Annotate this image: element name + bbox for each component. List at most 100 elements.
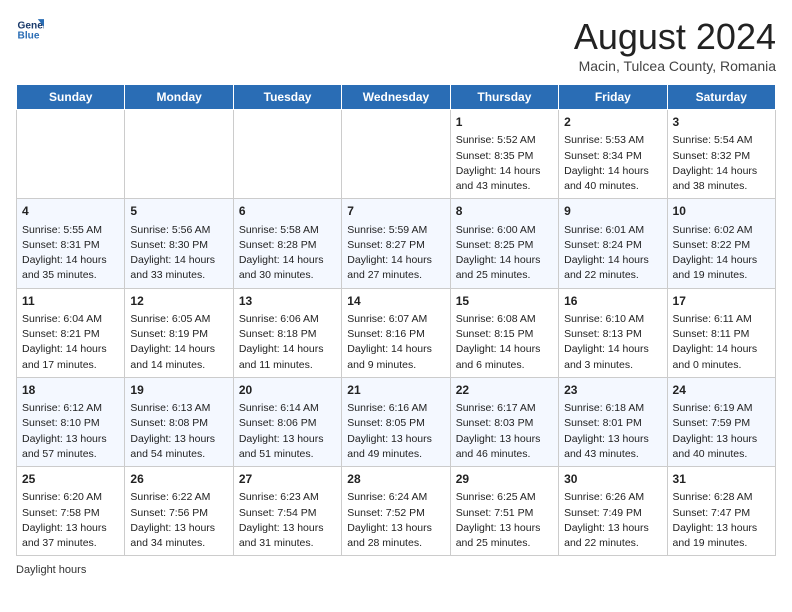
day-content-line: Sunset: 8:05 PM — [347, 416, 444, 431]
day-content-line: Daylight: 13 hours and 28 minutes. — [347, 521, 444, 551]
day-number: 7 — [347, 203, 444, 220]
day-content-line: Sunset: 8:03 PM — [456, 416, 553, 431]
calendar-cell: 23Sunrise: 6:18 AMSunset: 8:01 PMDayligh… — [559, 377, 667, 466]
calendar-footer: Daylight hours — [16, 564, 776, 576]
day-number: 24 — [673, 382, 770, 399]
day-number: 5 — [130, 203, 227, 220]
calendar-cell: 29 Sunrise: 6:25 AMSunset: 7:51 PMDayligh… — [450, 467, 558, 556]
day-header-tuesday: Tuesday — [233, 85, 341, 110]
day-content-line: Sunrise: 6:07 AM — [347, 312, 444, 327]
day-content-line: Sunset: 7:59 PM — [673, 416, 770, 431]
calendar-cell: 3Sunrise: 5:54 AMSunset: 8:32 PMDaylight… — [667, 110, 775, 199]
day-content-line: Sunrise: 5:59 AM — [347, 223, 444, 238]
logo: General Blue — [16, 16, 46, 44]
day-content-line: Sunset: 8:01 PM — [564, 416, 661, 431]
day-content-line: Daylight: 13 hours and 34 minutes. — [130, 521, 227, 551]
calendar-cell: 26Sunrise: 6:22 AMSunset: 7:56 PMDayligh… — [125, 467, 233, 556]
day-number: 28 — [347, 471, 444, 488]
day-content-line: Sunrise: 6:16 AM — [347, 401, 444, 416]
calendar-cell: 14Sunrise: 6:07 AMSunset: 8:16 PMDayligh… — [342, 288, 450, 377]
day-content-line: Sunrise: 5:56 AM — [130, 223, 227, 238]
day-content-line: Daylight: 14 hours and 33 minutes. — [130, 253, 227, 283]
day-content-line: Daylight: 13 hours and 46 minutes. — [456, 432, 553, 462]
day-content-line: Sunrise: 6:23 AM — [239, 490, 336, 505]
title-block: August 2024 Macin, Tulcea County, Romani… — [574, 16, 776, 74]
day-content-line: Sunrise: 6:22 AM — [130, 490, 227, 505]
day-number: 2 — [564, 114, 661, 131]
calendar-cell — [17, 110, 125, 199]
day-number: 1 — [456, 114, 553, 131]
day-number: 17 — [673, 293, 770, 310]
day-content-line: Sunset: 7:49 PM — [564, 506, 661, 521]
day-content-line: Sunrise: 6:04 AM — [22, 312, 119, 327]
calendar-cell: 21Sunrise: 6:16 AMSunset: 8:05 PMDayligh… — [342, 377, 450, 466]
day-content-line: Sunrise: 6:02 AM — [673, 223, 770, 238]
calendar-cell: 25Sunrise: 6:20 AMSunset: 7:58 PMDayligh… — [17, 467, 125, 556]
day-content-line: Sunrise: 6:28 AM — [673, 490, 770, 505]
calendar-cell: 11Sunrise: 6:04 AMSunset: 8:21 PMDayligh… — [17, 288, 125, 377]
calendar-cell: 18Sunrise: 6:12 AMSunset: 8:10 PMDayligh… — [17, 377, 125, 466]
day-number: 13 — [239, 293, 336, 310]
day-content-line: Sunrise: 6:26 AM — [564, 490, 661, 505]
logo-icon: General Blue — [16, 16, 44, 44]
day-content-line: Sunrise: 6:12 AM — [22, 401, 119, 416]
day-content-line: Daylight: 13 hours and 25 minutes. — [456, 521, 553, 551]
location-subtitle: Macin, Tulcea County, Romania — [574, 58, 776, 74]
page-header: General Blue August 2024 Macin, Tulcea C… — [16, 16, 776, 74]
day-content-line: Daylight: 14 hours and 11 minutes. — [239, 342, 336, 372]
day-content-line: Sunset: 7:51 PM — [456, 506, 553, 521]
day-content-line: Sunset: 8:11 PM — [673, 327, 770, 342]
calendar-cell: 30Sunrise: 6:26 AMSunset: 7:49 PMDayligh… — [559, 467, 667, 556]
day-content-line: Sunset: 8:27 PM — [347, 238, 444, 253]
day-content-line: Sunset: 8:31 PM — [22, 238, 119, 253]
day-number: 16 — [564, 293, 661, 310]
day-number: 14 — [347, 293, 444, 310]
day-number: 8 — [456, 203, 553, 220]
day-header-monday: Monday — [125, 85, 233, 110]
day-number: 18 — [22, 382, 119, 399]
calendar-cell: 24Sunrise: 6:19 AMSunset: 7:59 PMDayligh… — [667, 377, 775, 466]
day-content-line: Sunset: 8:21 PM — [22, 327, 119, 342]
day-content-line: Sunset: 8:28 PM — [239, 238, 336, 253]
day-number: 31 — [673, 471, 770, 488]
day-content-line: Sunrise: 6:20 AM — [22, 490, 119, 505]
calendar-cell: 7Sunrise: 5:59 AMSunset: 8:27 PMDaylight… — [342, 199, 450, 288]
day-content-line: Sunset: 8:32 PM — [673, 149, 770, 164]
calendar-cell: 6Sunrise: 5:58 AMSunset: 8:28 PMDaylight… — [233, 199, 341, 288]
day-header-wednesday: Wednesday — [342, 85, 450, 110]
day-content-line: Sunrise: 6:25 AM — [456, 490, 553, 505]
day-content-line: Daylight: 13 hours and 31 minutes. — [239, 521, 336, 551]
day-content-line: Daylight: 14 hours and 38 minutes. — [673, 164, 770, 194]
day-number: 23 — [564, 382, 661, 399]
day-content-line: Daylight: 14 hours and 30 minutes. — [239, 253, 336, 283]
calendar-cell: 31Sunrise: 6:28 AMSunset: 7:47 PMDayligh… — [667, 467, 775, 556]
calendar-cell — [233, 110, 341, 199]
day-number: 15 — [456, 293, 553, 310]
day-number: 9 — [564, 203, 661, 220]
month-year-title: August 2024 — [574, 16, 776, 58]
calendar-cell: 5Sunrise: 5:56 AMSunset: 8:30 PMDaylight… — [125, 199, 233, 288]
day-content-line: Sunrise: 5:53 AM — [564, 133, 661, 148]
day-number: 29 — [456, 471, 553, 488]
day-content-line: Sunset: 8:15 PM — [456, 327, 553, 342]
day-content-line: Sunset: 7:47 PM — [673, 506, 770, 521]
day-content-line: Sunrise: 6:05 AM — [130, 312, 227, 327]
day-content-line: Sunrise: 5:52 AM — [456, 133, 553, 148]
day-content-line: Daylight: 13 hours and 37 minutes. — [22, 521, 119, 551]
day-content-line: Sunset: 7:54 PM — [239, 506, 336, 521]
day-content-line: Daylight: 14 hours and 19 minutes. — [673, 253, 770, 283]
day-content-line: Sunrise: 6:24 AM — [347, 490, 444, 505]
day-number: 20 — [239, 382, 336, 399]
day-content-line: Sunset: 7:58 PM — [22, 506, 119, 521]
day-number: 12 — [130, 293, 227, 310]
calendar-header: SundayMondayTuesdayWednesdayThursdayFrid… — [17, 85, 776, 110]
calendar-cell: 19Sunrise: 6:13 AMSunset: 8:08 PMDayligh… — [125, 377, 233, 466]
day-number: 22 — [456, 382, 553, 399]
day-content-line: Daylight: 13 hours and 43 minutes. — [564, 432, 661, 462]
day-number: 3 — [673, 114, 770, 131]
day-header-friday: Friday — [559, 85, 667, 110]
day-content-line: Sunset: 8:22 PM — [673, 238, 770, 253]
day-content-line: Sunset: 8:35 PM — [456, 149, 553, 164]
daylight-hours-label: Daylight hours — [16, 564, 86, 576]
day-content-line: Sunset: 8:24 PM — [564, 238, 661, 253]
